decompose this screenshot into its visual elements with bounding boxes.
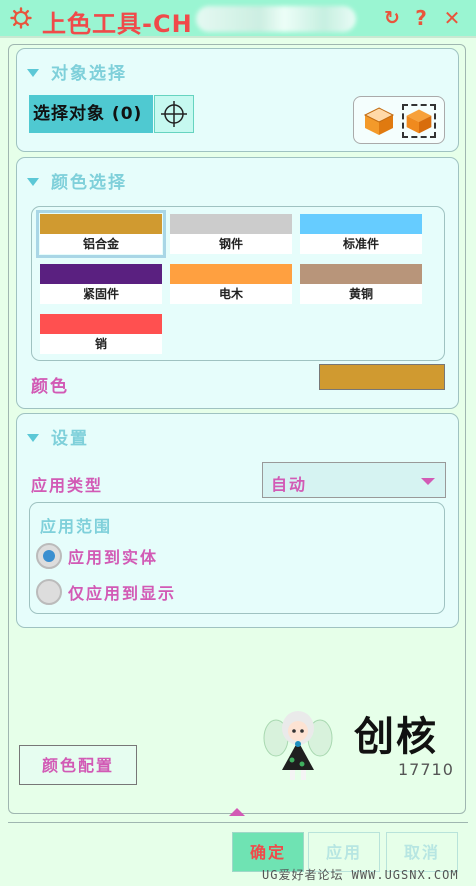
window-title: 上色工具-CH — [42, 10, 193, 38]
apply-range-box: 应用范围 应用到实体 仅应用到显示 — [29, 502, 445, 614]
apply-range-title: 应用范围 — [40, 517, 113, 536]
close-icon[interactable]: ✕ — [440, 6, 464, 30]
mascot-image — [262, 704, 334, 784]
swatch-color — [40, 264, 162, 284]
brand-logo-text: 创核 — [354, 714, 438, 760]
chevron-down-icon — [421, 478, 435, 485]
color-label: 颜色 — [31, 377, 69, 397]
swatch-bakelite[interactable]: 电木 — [170, 264, 292, 304]
swatch-palette: 铝合金 钢件 标准件 紧固件 电木 黄铜 销 — [31, 206, 445, 361]
brand-number: 17710 — [398, 760, 454, 779]
radio-button-checked[interactable] — [36, 543, 62, 569]
apply-type-dropdown[interactable]: 自动 — [262, 462, 446, 498]
collapse-triangle-icon[interactable] — [27, 68, 39, 77]
apply-type-value: 自动 — [271, 475, 308, 494]
color-selection-group: 颜色选择 铝合金 钢件 标准件 紧固件 电木 黄铜 销 颜色 — [16, 157, 459, 409]
display-body-icon[interactable] — [402, 104, 436, 138]
swatch-label: 紧固件 — [40, 284, 162, 304]
swatch-pin[interactable]: 销 — [40, 314, 162, 354]
apply-type-label: 应用类型 — [31, 476, 104, 495]
footer-divider — [8, 822, 468, 823]
swatch-color — [300, 214, 422, 234]
gear-icon[interactable] — [10, 7, 32, 29]
settings-title: 设置 — [51, 429, 89, 449]
swatch-label: 销 — [40, 334, 162, 354]
blurred-title-region — [196, 6, 356, 32]
swatch-color — [170, 214, 292, 234]
current-color-picker[interactable] — [319, 364, 445, 390]
select-object-label[interactable]: 选择对象 (0) — [29, 95, 153, 133]
color-config-button[interactable]: 颜色配置 — [19, 745, 137, 785]
swatch-label: 标准件 — [300, 234, 422, 254]
radio-button[interactable] — [36, 579, 62, 605]
color-selection-header[interactable]: 颜色选择 — [27, 168, 127, 193]
help-icon[interactable]: ? — [409, 6, 433, 30]
radio-label: 仅应用到显示 — [68, 584, 177, 603]
settings-group: 设置 应用类型 自动 应用范围 应用到实体 仅应用到显示 — [16, 413, 459, 628]
swatch-steel[interactable]: 钢件 — [170, 214, 292, 254]
crosshair-icon[interactable] — [154, 95, 194, 133]
forum-watermark: UG爱好者论坛 WWW.UGSNX.COM — [262, 868, 459, 882]
radio-apply-to-solid[interactable]: 应用到实体 — [36, 543, 158, 569]
swatch-color — [170, 264, 292, 284]
swatch-label: 电木 — [170, 284, 292, 304]
swatch-brass[interactable]: 黄铜 — [300, 264, 422, 304]
swatch-aluminum[interactable]: 铝合金 — [36, 210, 166, 258]
swatch-label: 钢件 — [170, 234, 292, 254]
expand-up-icon[interactable] — [229, 808, 245, 816]
swatch-color — [40, 314, 162, 334]
swatch-standard-part[interactable]: 标准件 — [300, 214, 422, 254]
title-bar: 上色工具-CH ↻ ? ✕ — [0, 0, 476, 38]
swatch-fastener[interactable]: 紧固件 — [40, 264, 162, 304]
swatch-color — [300, 264, 422, 284]
swatch-label: 铝合金 — [40, 234, 162, 254]
swatch-label: 黄铜 — [300, 284, 422, 304]
collapse-triangle-icon[interactable] — [27, 177, 39, 186]
reset-icon[interactable]: ↻ — [380, 6, 404, 30]
object-selection-title: 对象选择 — [51, 64, 127, 84]
settings-header[interactable]: 设置 — [27, 424, 89, 449]
object-selection-group: 对象选择 选择对象 (0) — [16, 48, 459, 152]
radio-display-only[interactable]: 仅应用到显示 — [36, 579, 176, 605]
color-selection-title: 颜色选择 — [51, 173, 127, 193]
object-selection-header[interactable]: 对象选择 — [27, 59, 127, 84]
solid-body-icon[interactable] — [362, 104, 396, 138]
radio-label: 应用到实体 — [68, 548, 159, 567]
body-type-toggle — [353, 96, 445, 144]
swatch-color — [40, 214, 162, 234]
collapse-triangle-icon[interactable] — [27, 433, 39, 442]
title-divider — [0, 36, 476, 38]
